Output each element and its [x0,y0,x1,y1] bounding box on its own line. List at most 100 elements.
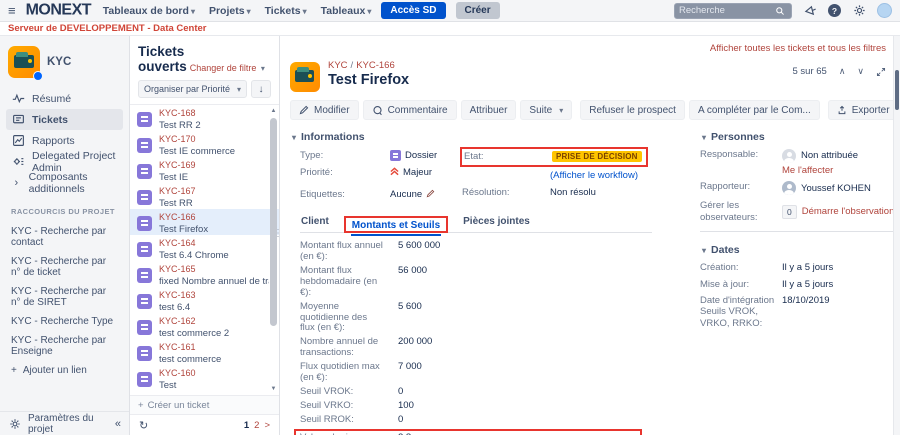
pulse-icon [11,92,25,106]
ticket-key[interactable]: KYC-163 [159,290,269,301]
ticket-list-item[interactable]: KYC-164Test 6.4 Chrome [130,235,279,261]
monext-logo[interactable]: MONEXT’ [26,1,93,19]
acces-sd-button[interactable]: Accès SD [381,2,445,19]
breadcrumb-project-link[interactable]: KYC [328,60,348,71]
column-resize-handle[interactable]: ⋮ [273,228,283,239]
assign-button[interactable]: Attribuer [461,100,517,120]
page-next[interactable]: > [264,420,270,431]
ticket-key[interactable]: KYC-167 [159,186,269,197]
ticket-key[interactable]: KYC-168 [159,108,269,119]
tab-client[interactable]: Client [300,213,330,232]
breadcrumb-ticket-link[interactable]: KYC-166 [356,60,395,71]
shortcut-search-contact[interactable]: KYC - Recherche par contact [6,222,123,252]
sort-by-select[interactable]: Organiser par Priorité▾ [138,80,247,98]
collapse-sidebar-icon[interactable]: « [115,418,121,430]
page-1[interactable]: 1 [244,420,249,431]
scrollbar-thumb[interactable] [895,70,899,110]
ticket-key[interactable]: KYC-165 [159,264,269,275]
announcement-icon[interactable] [802,3,818,19]
ticket-list-item[interactable]: KYC-160Test [130,365,279,391]
nav-dashboards[interactable]: Tableaux de bord▾ [103,5,195,17]
field-row: Nombre annuel de transactions:200 000 [300,337,652,359]
section-dates[interactable]: ▾ Dates [700,241,900,262]
scroll-down-icon[interactable]: ▼ [269,386,278,392]
ticket-list: KYC-168Test RR 2 KYC-170Test IE commerce… [130,104,279,395]
ticket-list-item[interactable]: KYC-163test 6.4 [130,287,279,313]
gear-icon[interactable] [851,3,867,19]
start-watching-link[interactable]: Démarre l'observation de ce ticket [802,206,900,217]
tab-pieces-jointes[interactable]: Pièces jointes [462,213,531,232]
project-settings-label[interactable]: Paramètres du projet [28,413,109,435]
create-ticket-button[interactable]: +Créer un ticket [130,395,279,414]
ticket-key[interactable]: KYC-162 [159,316,269,327]
shortcut-search-siret[interactable]: KYC - Recherche par n° de SIRET [6,282,123,312]
ticket-list-item[interactable]: KYC-170Test IE commerce [130,131,279,157]
ticket-key[interactable]: KYC-169 [159,160,269,171]
shortcut-search-type[interactable]: KYC - Recherche Type [6,312,123,331]
scrollbar-thumb[interactable] [270,118,277,326]
ticket-list-item-selected[interactable]: KYC-166Test Firefox [130,209,279,235]
shortcut-search-ticket-number[interactable]: KYC - Recherche par n° de ticket [6,252,123,282]
nav-issues[interactable]: Tickets▾ [265,5,307,17]
ticket-list-item[interactable]: KYC-161test commerce [130,339,279,365]
nav-boards[interactable]: Tableaux▾ [321,5,372,17]
ticket-list-item[interactable]: KYC-167Test RR [130,183,279,209]
ticket-list-item[interactable]: KYC-162test commerce 2 [130,313,279,339]
project-header[interactable]: KYC [6,44,123,88]
search-box[interactable] [674,3,792,19]
sidebar-item-reports[interactable]: Rapports [6,130,123,151]
assign-to-me-link[interactable]: Me l'affecter [782,165,833,176]
change-filter-link[interactable]: Changer de filtre ▾ [190,63,265,73]
refresh-icon[interactable]: ↻ [139,419,148,432]
ticket-key[interactable]: KYC-164 [159,238,269,249]
list-scrollbar[interactable]: ▲ ▼ [269,106,278,394]
ticket-list-item[interactable]: KYC-165fixed Nombre annuel de transa... [130,261,279,287]
export-button[interactable]: Exporter▾ [828,100,900,120]
help-icon[interactable]: ? [828,4,841,17]
sidebar-item-issues[interactable]: Tickets [6,109,123,130]
search-input[interactable] [679,5,775,16]
next-ticket-icon[interactable]: ∨ [857,66,864,77]
tab-montants-et-seuils[interactable]: Montants et Seuils [351,217,441,236]
ticket-list-item[interactable]: KYC-168Test RR 2 [130,105,279,131]
more-actions-button[interactable]: Suite▾ [520,100,572,120]
priority-major-icon [390,167,399,179]
nav-projects[interactable]: Projets▾ [209,5,251,17]
expand-icon[interactable] [876,67,886,77]
show-all-filters-link[interactable]: Afficher toutes les tickets et tous les … [710,43,886,54]
hamburger-menu-icon[interactable]: ≡ [8,3,16,18]
ticket-key[interactable]: KYC-161 [159,342,269,353]
reporter-name[interactable]: Youssef KOHEN [801,183,871,194]
show-workflow-link[interactable]: (Afficher le workflow) [550,170,638,181]
create-button[interactable]: Créer [456,2,500,19]
edit-labels-pencil-icon[interactable] [426,189,435,201]
section-informations[interactable]: ▾ Informations [290,128,652,149]
ticket-list-item[interactable]: KYC-169Test IE [130,157,279,183]
sidebar-item-delegated-admin[interactable]: Delegated Project Admin [6,151,123,172]
scroll-up-icon[interactable]: ▲ [269,108,278,114]
add-link-button[interactable]: +Ajouter un lien [6,361,123,380]
comment-button[interactable]: Commentaire [363,100,457,120]
sidebar-item-addons[interactable]: › Composants additionnels [6,172,123,193]
user-avatar[interactable] [877,3,892,18]
page-scrollbar[interactable] [893,36,900,435]
page-2[interactable]: 2 [254,420,259,431]
ticket-list-item[interactable]: KYC-159 [130,391,279,395]
previous-ticket-icon[interactable]: ∧ [839,66,846,77]
ticket-key[interactable]: KYC-159 [159,394,269,396]
chevron-down-icon: ▾ [292,133,296,142]
complete-by-com-button[interactable]: A compléter par le Com... [689,100,820,120]
sidebar-item-summary[interactable]: Résumé [6,88,123,109]
position-indicator: 5 sur 65 [792,66,826,77]
section-people[interactable]: ▾ Personnes [700,128,900,149]
logo-text: MONEXT [26,2,91,19]
shortcut-search-enseigne[interactable]: KYC - Recherche par Enseigne [6,331,123,361]
status-badge[interactable]: PRISE DE DÉCISION [552,151,642,162]
ticket-type-icon [137,320,152,335]
refuse-prospect-button[interactable]: Refuser le prospect [580,100,685,120]
ticket-key[interactable]: KYC-170 [159,134,269,145]
ticket-key[interactable]: KYC-166 [159,212,269,223]
sort-direction-button[interactable]: ↓ [251,80,271,98]
ticket-key[interactable]: KYC-160 [159,368,269,379]
edit-button[interactable]: Modifier [290,100,359,120]
